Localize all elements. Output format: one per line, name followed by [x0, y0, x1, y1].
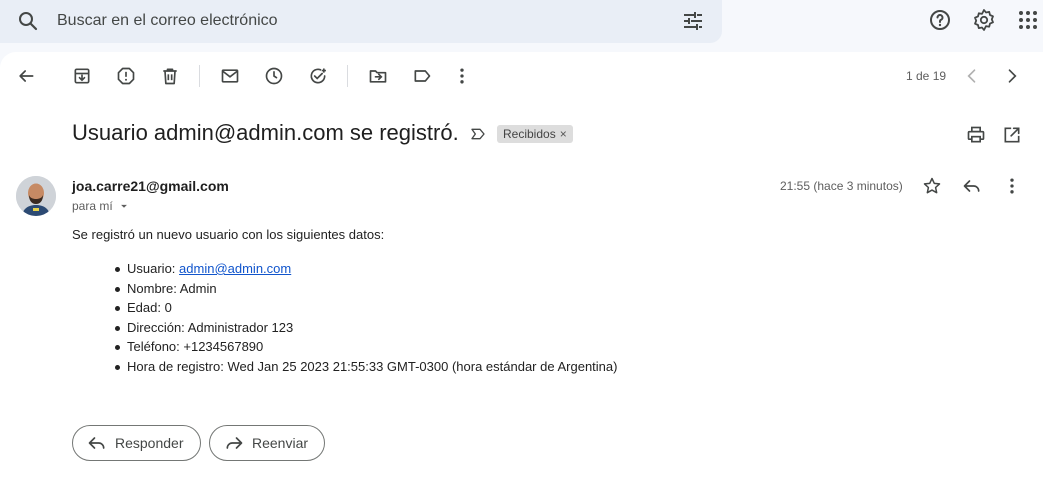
list-item: Dirección: Administrador 123 [114, 318, 617, 338]
sender-photo [16, 176, 56, 216]
recipient-text: para mí [72, 199, 113, 213]
delete-icon[interactable] [160, 66, 180, 86]
sender-email[interactable]: joa.carre21@gmail.com [72, 178, 229, 194]
more-vert-icon[interactable] [452, 66, 472, 86]
snooze-icon[interactable] [264, 66, 284, 86]
avatar[interactable] [16, 176, 56, 216]
top-bar [0, 0, 1043, 50]
back-arrow-icon[interactable] [16, 66, 36, 86]
archive-icon[interactable] [72, 66, 92, 86]
report-spam-icon[interactable] [116, 66, 136, 86]
message-intro: Se registró un nuevo usuario con los sig… [72, 227, 385, 242]
reply-label: Responder [115, 435, 184, 451]
search-icon[interactable] [16, 9, 40, 33]
settings-icon[interactable] [972, 8, 996, 32]
remove-label-icon[interactable]: × [560, 127, 567, 141]
list-item: Hora de registro: Wed Jan 25 2023 21:55:… [114, 357, 617, 377]
message-panel: 1 de 19 Usuario admin@admin.com se regis… [0, 52, 1043, 495]
forward-arrow-icon [226, 437, 243, 449]
add-task-icon[interactable] [308, 66, 328, 86]
list-item: Teléfono: +1234567890 [114, 337, 617, 357]
search-input[interactable] [57, 8, 657, 34]
tune-icon[interactable] [681, 9, 705, 33]
reply-button[interactable]: Responder [72, 425, 201, 461]
toolbar-divider [199, 65, 200, 87]
inbox-label-chip[interactable]: Recibidos × [497, 125, 573, 143]
caret-down-icon[interactable] [117, 199, 131, 213]
forward-label: Reenviar [252, 435, 309, 451]
list-item: Usuario: admin@admin.com [114, 259, 617, 279]
label-icon[interactable] [412, 66, 432, 86]
open-new-window-icon[interactable] [1002, 125, 1022, 145]
chevron-left-icon[interactable] [962, 66, 982, 86]
move-to-icon[interactable] [368, 66, 388, 86]
message-more-icon[interactable] [1002, 176, 1022, 196]
email-subject: Usuario admin@admin.com se registró. [72, 120, 459, 145]
importance-marker-icon[interactable] [470, 126, 486, 142]
reply-icon[interactable] [962, 176, 982, 196]
list-item: Nombre: Admin [114, 279, 617, 299]
forward-button[interactable]: Reenviar [209, 425, 325, 461]
reply-arrow-icon [88, 437, 105, 449]
print-icon[interactable] [966, 125, 986, 145]
list-item: Edad: 0 [114, 298, 617, 318]
user-email-link[interactable]: admin@admin.com [179, 261, 291, 276]
mark-unread-icon[interactable] [220, 66, 240, 86]
toolbar-divider [347, 65, 348, 87]
label-chip-text: Recibidos [503, 127, 556, 141]
pager-count: 1 de 19 [906, 69, 947, 83]
search-bar[interactable] [0, 0, 722, 43]
message-time: 21:55 (hace 3 minutos) [780, 179, 903, 193]
user-details-list: Usuario: admin@admin.com Nombre: Admin E… [114, 259, 617, 377]
apps-grid-icon[interactable] [1016, 8, 1040, 32]
help-icon[interactable] [928, 8, 952, 32]
recipient-details[interactable]: para mí [72, 199, 131, 213]
star-icon[interactable] [922, 176, 942, 196]
chevron-right-icon[interactable] [1002, 66, 1022, 86]
